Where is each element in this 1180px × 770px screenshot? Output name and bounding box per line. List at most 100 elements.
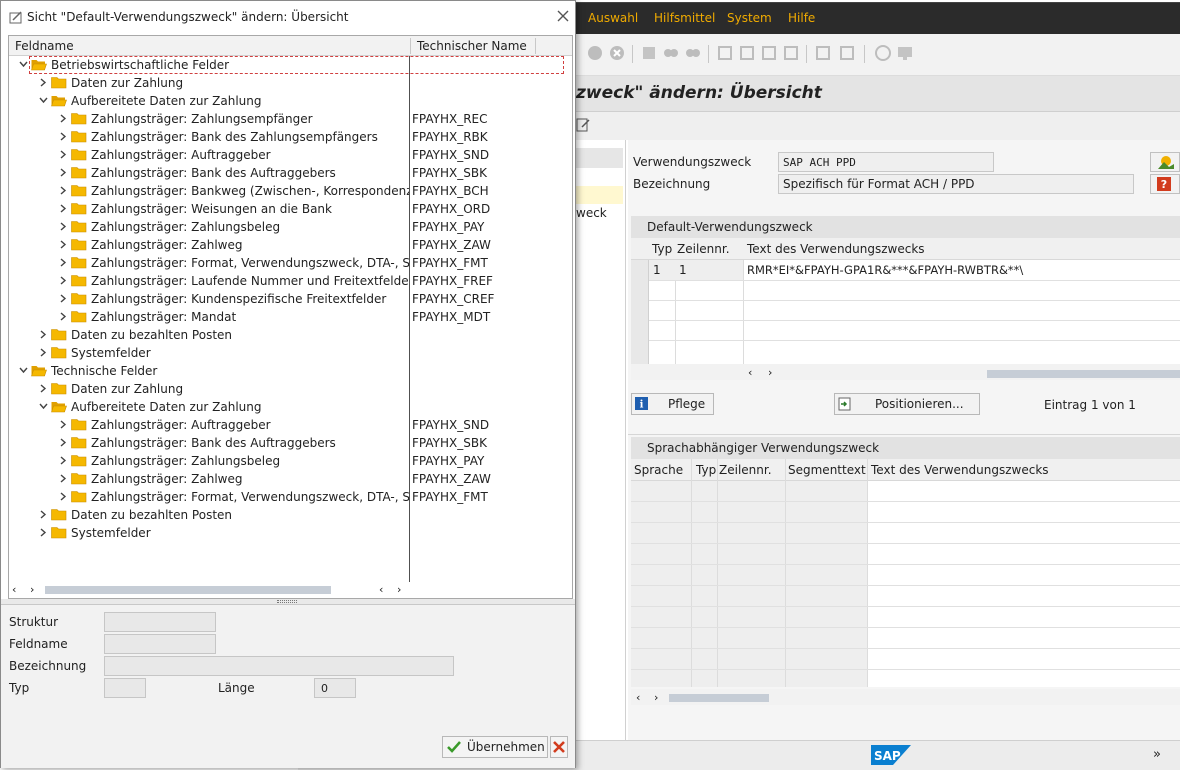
tree-row[interactable]: Zahlungsträger: Bank des Auftraggebers FP…	[9, 164, 572, 182]
tree-row[interactable]: Zahlungsträger: Bankweg (Zwischen-, Korr…	[9, 182, 572, 200]
tree-row[interactable]: Zahlungsträger: Bank des Auftraggebers FP…	[9, 434, 572, 452]
tree-node-label[interactable]: Systemfelder	[71, 524, 409, 542]
col-text2[interactable]: Text des Verwendungszwecks	[871, 463, 1049, 477]
tree-row[interactable]: Zahlungsträger: Auftraggeber FPAYHX_SND	[9, 146, 572, 164]
chevron-right-icon[interactable]	[59, 420, 68, 429]
tree-scroll-thumb[interactable]	[45, 586, 331, 594]
tree-row[interactable]: Zahlungsträger: Bank des Zahlungsempfäng…	[9, 128, 572, 146]
tree-row[interactable]: Daten zur Zahlung	[9, 380, 572, 398]
chevron-right-icon[interactable]	[59, 474, 68, 483]
menu-system[interactable]: System	[727, 11, 772, 25]
status-expand-icon[interactable]: »	[1153, 747, 1161, 762]
first-page-icon[interactable]	[716, 44, 734, 62]
chevron-down-icon[interactable]	[19, 366, 28, 375]
tree-row[interactable]: Zahlungsträger: Mandat FPAYHX_MDT	[9, 308, 572, 326]
tree-node-label[interactable]: Zahlungsträger: Auftraggeber	[91, 416, 409, 434]
bezeichnung-field[interactable]	[104, 656, 454, 676]
tree-node-label[interactable]: Zahlungsträger: Format, Verwendungszweck…	[91, 488, 409, 506]
chevron-right-icon[interactable]	[59, 114, 68, 123]
help-button[interactable]: ?	[1150, 174, 1180, 194]
exit-icon[interactable]	[608, 44, 626, 62]
tree-node-label[interactable]: Zahlungsträger: Mandat	[91, 308, 409, 326]
scroll-thumb[interactable]	[669, 694, 769, 702]
tree-node-label[interactable]: Zahlungsträger: Zahlweg	[91, 470, 409, 488]
tree-node-label[interactable]: Zahlungsträger: Zahlungsempfänger	[91, 110, 409, 128]
tree-scrollbar[interactable]: ‹ › ‹ ›	[9, 582, 572, 598]
chevron-right-icon[interactable]	[59, 294, 68, 303]
tree-row[interactable]: Technische Felder	[9, 362, 572, 380]
chevron-right-icon[interactable]	[59, 258, 68, 267]
layout-menu-icon[interactable]	[896, 44, 914, 62]
tree-node-label[interactable]: Zahlungsträger: Bank des Zahlungsempfäng…	[91, 128, 409, 146]
chevron-right-icon[interactable]	[39, 348, 48, 357]
tree-node-label[interactable]: Zahlungsträger: Zahlweg	[91, 236, 409, 254]
tree-row[interactable]: Daten zur Zahlung	[9, 74, 572, 92]
chevron-right-icon[interactable]	[59, 204, 68, 213]
chevron-down-icon[interactable]	[19, 60, 28, 69]
feldname-field[interactable]	[104, 634, 216, 654]
tree-node-label[interactable]: Systemfelder	[71, 344, 409, 362]
col-segmenttext[interactable]: Segmenttext	[788, 463, 866, 477]
next-page-icon[interactable]	[760, 44, 778, 62]
col-text[interactable]: Text des Verwendungszwecks	[747, 242, 925, 256]
tree-row[interactable]: Zahlungsträger: Format, Verwendungszweck…	[9, 254, 572, 272]
cancel-button[interactable]	[550, 736, 568, 758]
positionieren-button[interactable]: Positionieren...	[834, 393, 980, 415]
help-icon[interactable]	[874, 44, 892, 62]
scroll-left-icon[interactable]: ‹	[636, 691, 640, 704]
tree-row[interactable]: Zahlungsträger: Zahlweg FPAYHX_ZAW	[9, 470, 572, 488]
chevron-right-icon[interactable]	[59, 240, 68, 249]
close-icon[interactable]	[556, 9, 570, 23]
tree-node-label[interactable]: Daten zu bezahlten Posten	[71, 506, 409, 524]
tree-node-label[interactable]: Zahlungsträger: Bank des Auftraggebers	[91, 164, 409, 182]
tree-row[interactable]: Betriebswirtschaftliche Felder	[9, 56, 572, 74]
col-sprache[interactable]: Sprache	[634, 463, 683, 477]
tree-row[interactable]: Zahlungsträger: Format, Verwendungszweck…	[9, 488, 572, 506]
language-table-scrollbar[interactable]: ‹ ›	[631, 689, 1180, 705]
cell-zeilennr[interactable]: 1	[679, 263, 687, 277]
bezeichnung-field[interactable]: Spezifisch für Format ACH / PPD	[778, 174, 1134, 194]
tree-row[interactable]: Zahlungsträger: Zahlungsempfänger FPAYHX_…	[9, 110, 572, 128]
tree-row[interactable]: Systemfelder	[9, 524, 572, 542]
tree-row[interactable]: Zahlungsträger: Weisungen an die Bank FPA…	[9, 200, 572, 218]
tree-node-label[interactable]: Zahlungsträger: Format, Verwendungszweck…	[91, 254, 409, 272]
structure-selected-node[interactable]	[576, 186, 623, 204]
tree-row[interactable]: Zahlungsträger: Kundenspezifische Freite…	[9, 290, 572, 308]
chevron-right-icon[interactable]	[59, 186, 68, 195]
tree-row[interactable]: Aufbereitete Daten zur Zahlung	[9, 398, 572, 416]
tree-node-label[interactable]: Zahlungsträger: Bankweg (Zwischen-, Korr…	[91, 182, 409, 200]
chevron-right-icon[interactable]	[59, 150, 68, 159]
chevron-right-icon[interactable]	[39, 330, 48, 339]
chevron-right-icon[interactable]	[59, 132, 68, 141]
chevron-right-icon[interactable]	[59, 222, 68, 231]
scroll-right-icon[interactable]: ›	[768, 366, 772, 379]
menu-auswahl[interactable]: Auswahl	[588, 11, 638, 25]
cell-text[interactable]: RMR*EI*&FPAYH-GPA1R&***&FPAYH-RWBTR&**\	[747, 263, 1023, 277]
tree-node-label[interactable]: Zahlungsträger: Auftraggeber	[91, 146, 409, 164]
verwendungszweck-field[interactable]: SAP ACH PPD	[778, 152, 994, 172]
col-feldname[interactable]: Feldname	[15, 39, 74, 53]
new-session-icon[interactable]	[814, 44, 832, 62]
chevron-right-icon[interactable]	[59, 492, 68, 501]
chevron-right-icon[interactable]	[39, 528, 48, 537]
shortcut-icon[interactable]	[838, 44, 856, 62]
prev-page-icon[interactable]	[738, 44, 756, 62]
tree-node-label[interactable]: Zahlungsträger: Zahlungsbeleg	[91, 452, 409, 470]
tree-node-label[interactable]: Betriebswirtschaftliche Felder	[51, 56, 409, 74]
chevron-down-icon[interactable]	[39, 96, 48, 105]
chevron-right-icon[interactable]	[39, 78, 48, 87]
tree-row[interactable]: Zahlungsträger: Laufende Nummer und Frei…	[9, 272, 572, 290]
tree-node-label[interactable]: Zahlungsträger: Laufende Nummer und Frei…	[91, 272, 409, 290]
tech-scroll-right-icon[interactable]: ›	[397, 583, 401, 596]
tree-row[interactable]: Daten zu bezahlten Posten	[9, 326, 572, 344]
chevron-right-icon[interactable]	[59, 168, 68, 177]
chevron-right-icon[interactable]	[59, 276, 68, 285]
image-button[interactable]	[1150, 152, 1180, 172]
find-next-icon[interactable]	[684, 44, 702, 62]
cancel-icon[interactable]	[586, 44, 604, 62]
pflege-button[interactable]: i Pflege	[631, 393, 714, 415]
scroll-left-icon[interactable]: ‹	[748, 366, 752, 379]
tree-row[interactable]: Zahlungsträger: Auftraggeber FPAYHX_SND	[9, 416, 572, 434]
tree-node-label[interactable]: Daten zur Zahlung	[71, 74, 409, 92]
tree-node-label[interactable]: Zahlungsträger: Bank des Auftraggebers	[91, 434, 409, 452]
